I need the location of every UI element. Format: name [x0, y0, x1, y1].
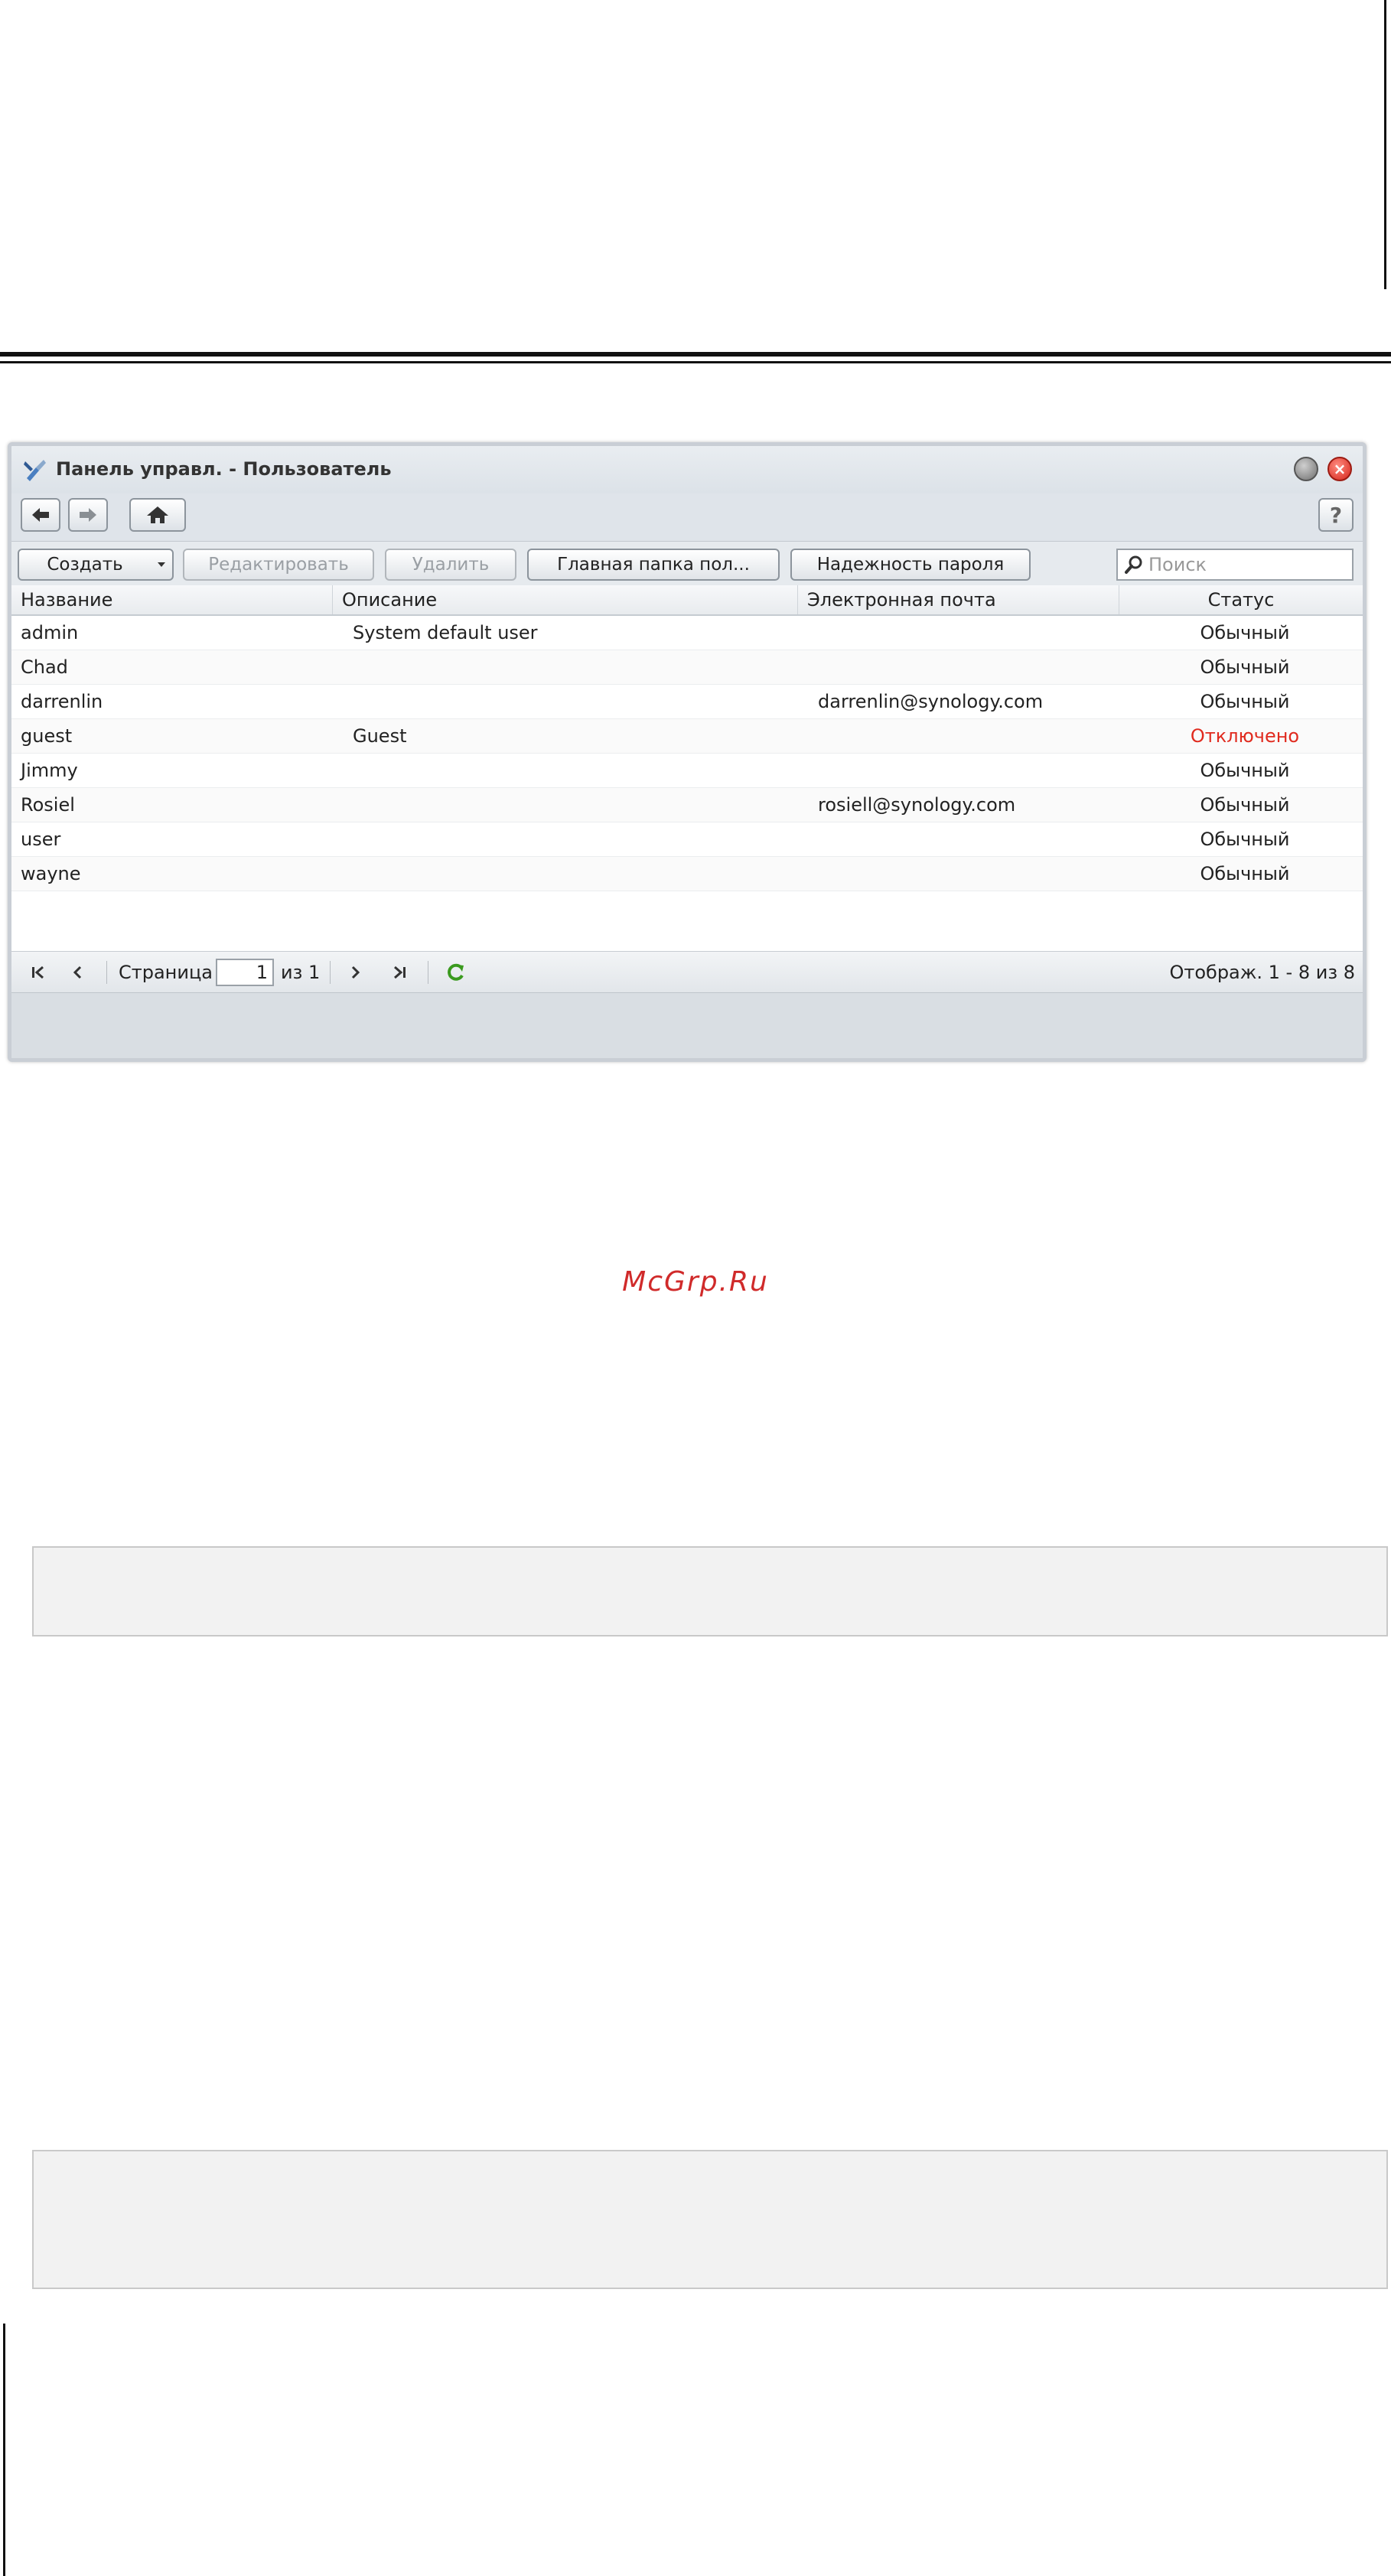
pagination-bar: Страница из 1 От	[11, 951, 1363, 993]
arrow-left-icon	[32, 508, 49, 522]
user-description	[344, 650, 806, 684]
table-header: Название Описание Электронная почта Стат…	[11, 585, 1363, 616]
table-row[interactable]: wayne Обычный	[11, 857, 1363, 891]
display-summary: Отображ. 1 - 8 из 8	[1169, 962, 1355, 983]
control-panel-icon	[24, 460, 46, 481]
table-body: admin System default user Обычный Chad О…	[11, 616, 1363, 891]
navigation-bar: ?	[11, 493, 1363, 541]
search-icon	[1125, 555, 1142, 574]
create-button-label: Создать	[47, 555, 123, 575]
next-page-button[interactable]	[342, 959, 368, 985]
user-description	[344, 788, 806, 822]
user-status: Обычный	[1200, 760, 1290, 781]
user-name: guest	[21, 725, 73, 747]
previous-page-button[interactable]	[65, 959, 91, 985]
user-name: wayne	[21, 863, 81, 884]
home-button[interactable]	[129, 498, 186, 532]
back-button[interactable]	[21, 498, 60, 532]
table-row[interactable]: Chad Обычный	[11, 650, 1363, 685]
note-box	[32, 2150, 1388, 2289]
page-count-label: из 1	[281, 962, 321, 983]
search-input[interactable]	[1147, 553, 1349, 576]
chevron-left-icon	[73, 966, 82, 979]
user-email	[809, 650, 1129, 684]
user-name: Jimmy	[21, 760, 78, 781]
table-row[interactable]: darrenlin darrenlin@synology.com Обычный	[11, 685, 1363, 719]
page-divider-thin	[0, 361, 1391, 363]
password-strength-button[interactable]: Надежность пароля	[790, 549, 1031, 581]
watermark: McGrp.Ru	[622, 1266, 769, 1298]
last-page-button[interactable]	[386, 959, 412, 985]
window-title: Панель управл. - Пользователь	[56, 458, 392, 480]
table-row[interactable]: user Обычный	[11, 822, 1363, 857]
forward-button[interactable]	[68, 498, 108, 532]
dropdown-arrow-icon	[158, 562, 165, 567]
user-description	[344, 857, 806, 891]
user-description: Guest	[353, 725, 407, 747]
refresh-button[interactable]	[443, 959, 469, 985]
home-folder-button[interactable]: Главная папка пол...	[527, 549, 780, 581]
user-email: darrenlin@synology.com	[818, 691, 1044, 712]
user-status: Обычный	[1200, 794, 1290, 816]
user-status: Обычный	[1200, 622, 1290, 643]
last-page-icon	[394, 966, 406, 979]
table-row[interactable]: admin System default user Обычный	[11, 616, 1363, 650]
column-header-status[interactable]: Статус	[1119, 585, 1363, 614]
user-name: Chad	[21, 656, 68, 678]
user-email: rosiell@synology.com	[818, 794, 1016, 816]
page-margin-line	[3, 2324, 5, 2576]
close-icon: ×	[1333, 460, 1347, 478]
home-icon	[147, 506, 168, 523]
user-status: Обычный	[1200, 829, 1290, 850]
search-box[interactable]	[1116, 549, 1354, 581]
user-description: System default user	[353, 622, 538, 643]
refresh-icon	[448, 963, 464, 981]
chevron-right-icon	[351, 966, 360, 979]
user-status: Обычный	[1200, 656, 1290, 678]
help-button[interactable]: ?	[1318, 498, 1354, 532]
close-button[interactable]: ×	[1327, 457, 1352, 481]
window-statusbar	[11, 992, 1363, 1058]
first-page-icon	[32, 966, 44, 979]
user-name: user	[21, 829, 61, 850]
user-email	[809, 719, 1129, 753]
pager-separator	[330, 961, 331, 984]
user-description	[344, 822, 806, 856]
pager-separator	[106, 961, 107, 984]
user-description	[344, 685, 806, 718]
edit-button[interactable]: Редактировать	[183, 549, 374, 581]
users-table: Название Описание Электронная почта Стат…	[11, 585, 1363, 951]
user-status: Обычный	[1200, 691, 1290, 712]
column-header-name[interactable]: Название	[11, 585, 333, 614]
page: Панель управл. - Пользователь × ? Создат…	[0, 0, 1391, 2576]
arrow-right-icon	[80, 508, 96, 522]
page-number-input[interactable]	[216, 959, 274, 986]
table-row[interactable]: Jimmy Обычный	[11, 754, 1363, 788]
user-email	[809, 616, 1129, 650]
table-row[interactable]: guest Guest Отключено	[11, 719, 1363, 754]
column-header-description[interactable]: Описание	[333, 585, 798, 614]
page-label: Страница	[119, 962, 213, 983]
user-name: Rosiel	[21, 794, 75, 816]
create-button[interactable]: Создать	[18, 549, 174, 581]
note-box	[32, 1546, 1388, 1636]
user-name: darrenlin	[21, 691, 103, 712]
table-row[interactable]: Rosiel rosiell@synology.com Обычный	[11, 788, 1363, 822]
user-email	[809, 754, 1129, 787]
page-divider	[0, 352, 1391, 357]
minimize-button[interactable]	[1294, 457, 1318, 481]
user-name: admin	[21, 622, 79, 643]
first-page-button[interactable]	[25, 959, 51, 985]
user-email	[809, 822, 1129, 856]
delete-button[interactable]: Удалить	[385, 549, 516, 581]
user-email	[809, 857, 1129, 891]
user-status: Обычный	[1200, 863, 1290, 884]
user-status-disabled: Отключено	[1190, 725, 1300, 747]
control-panel-window: Панель управл. - Пользователь × ? Создат…	[8, 442, 1367, 1062]
toolbar: Создать Редактировать Удалить Главная па…	[11, 541, 1363, 586]
user-description	[344, 754, 806, 787]
page-margin-line	[1384, 0, 1386, 289]
column-header-email[interactable]: Электронная почта	[798, 585, 1119, 614]
window-titlebar: Панель управл. - Пользователь ×	[11, 446, 1363, 493]
